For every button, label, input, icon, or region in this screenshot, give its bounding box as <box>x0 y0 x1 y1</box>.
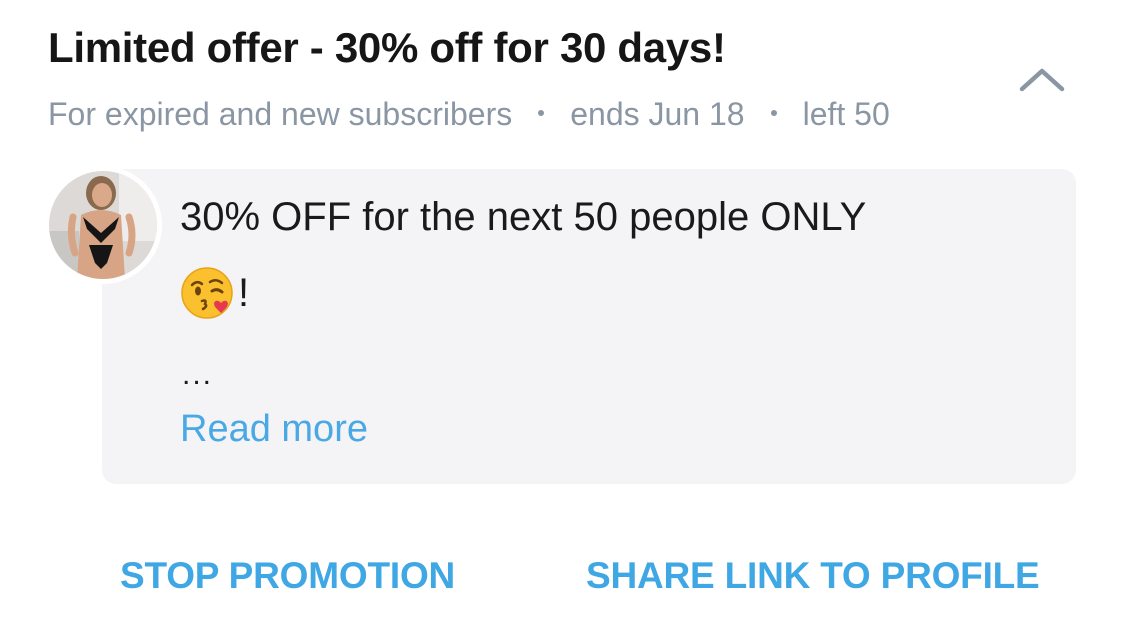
message-text: 30% OFF for the next 50 people ONLY <box>180 195 867 239</box>
read-more-link[interactable]: Read more <box>180 408 368 451</box>
avatar[interactable] <box>44 166 162 284</box>
share-link-to-profile-button[interactable]: SHARE LINK TO PROFILE <box>586 555 1040 597</box>
offer-remaining: left 50 <box>802 96 890 132</box>
offer-title: Limited offer - 30% off for 30 days! <box>48 24 726 71</box>
offer-audience: For expired and new subscribers <box>48 96 513 132</box>
offer-end-date: ends Jun 18 <box>570 96 745 132</box>
face-blowing-kiss-icon <box>181 267 233 319</box>
message-text-continued: ! <box>180 265 249 321</box>
avatar-image <box>49 171 157 279</box>
stop-promotion-button[interactable]: STOP PROMOTION <box>120 555 455 597</box>
message-exclamation: ! <box>238 270 250 315</box>
chevron-up-icon <box>1019 68 1065 92</box>
separator-dot <box>770 109 777 116</box>
offer-meta: For expired and new subscribers ends Jun… <box>48 96 890 133</box>
truncation-ellipsis: ... <box>182 358 214 391</box>
separator-dot <box>538 109 545 116</box>
collapse-button[interactable] <box>1006 54 1078 104</box>
